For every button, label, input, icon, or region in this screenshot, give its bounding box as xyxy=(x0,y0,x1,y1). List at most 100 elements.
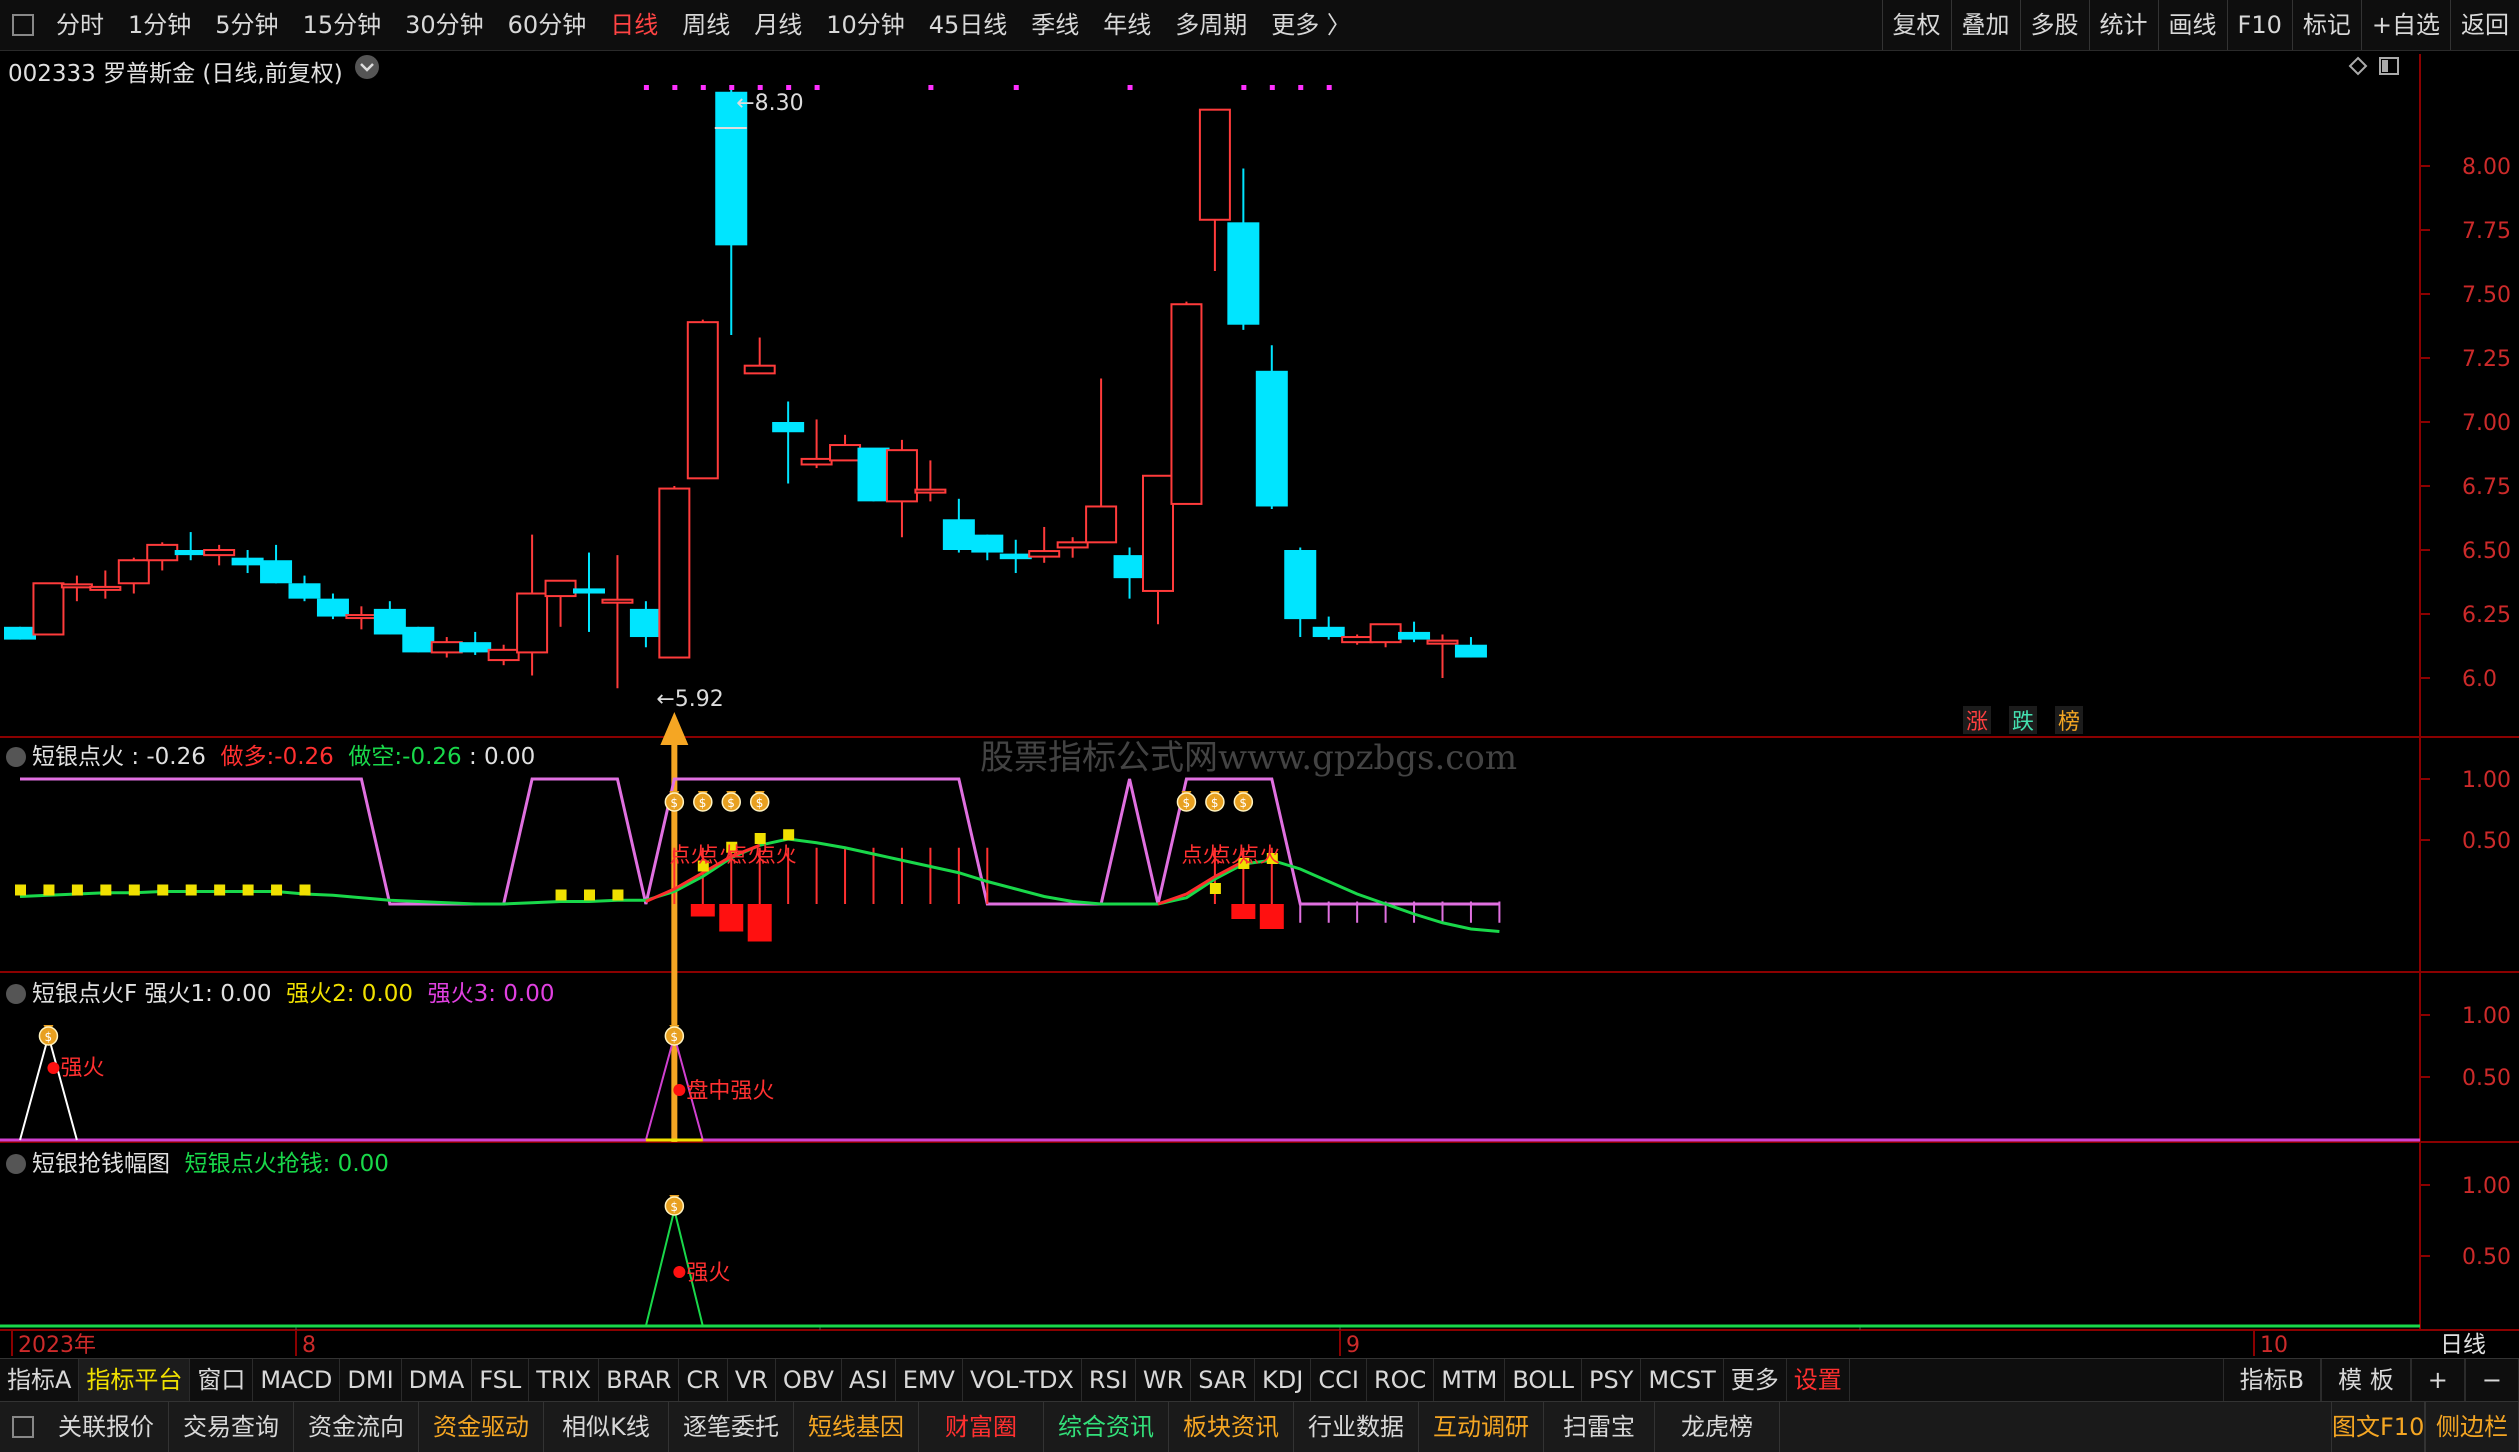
indicator-right-1[interactable]: 模 板 xyxy=(2321,1359,2411,1401)
money-bag-icon: $ xyxy=(670,796,678,810)
indicator-tab-13[interactable]: EMV xyxy=(896,1359,963,1401)
indicator-tab-24[interactable]: MCST xyxy=(1641,1359,1724,1401)
indicator-tab-15[interactable]: RSI xyxy=(1082,1359,1136,1401)
ind-block xyxy=(1259,904,1284,929)
price-tick-label: 7.25 xyxy=(2462,347,2511,372)
candle-body xyxy=(573,588,605,594)
indicator-tab-list: 指标A 指标平台 窗口 MACD DMI DMA FSL TRIX BRAR CR VR OBV ASI… xyxy=(0,1359,1850,1401)
indicator-right-buttons: 指标B 模 板 + − xyxy=(2222,1359,2519,1401)
candle-body xyxy=(1113,555,1146,579)
indicator-tab-18[interactable]: KDJ xyxy=(1255,1359,1312,1401)
candle-body xyxy=(231,557,264,566)
indicator-tab-1[interactable]: 指标平台 xyxy=(79,1359,191,1401)
indicator-tab-23[interactable]: PSY xyxy=(1582,1359,1642,1401)
bottom-tab-list: 关联报价 交易查询 资金流向 资金驱动 相似K线 逐笔委托 短线基因 财富圈 综合资讯 板块资讯行… xyxy=(44,1402,1780,1452)
price-tick-label: 6.75 xyxy=(2462,475,2511,500)
indicator-tab-6[interactable]: FSL xyxy=(472,1359,530,1401)
indicator-tab-25[interactable]: 更多 xyxy=(1724,1359,1787,1401)
indicator-tab-4[interactable]: DMI xyxy=(340,1359,402,1401)
signal-dot xyxy=(1127,85,1133,90)
indicator-right-0[interactable]: 指标B xyxy=(2222,1359,2322,1401)
candle-body xyxy=(260,560,293,584)
date-label: 10 xyxy=(2260,1333,2288,1358)
badge-1[interactable]: 跌 xyxy=(2012,710,2034,735)
red-dot xyxy=(673,1084,686,1096)
candle-body xyxy=(345,614,378,620)
yellow-marker xyxy=(555,889,567,901)
strong-fire-label: 强火 xyxy=(60,1056,104,1081)
bottom-tab-11[interactable]: 互动调研 xyxy=(1419,1402,1544,1452)
candle-body xyxy=(885,449,918,503)
indicator-tab-3[interactable]: MACD xyxy=(253,1359,341,1401)
yellow-marker xyxy=(242,884,254,896)
indicator-right-2[interactable]: + xyxy=(2410,1359,2465,1401)
candle-body xyxy=(1341,636,1374,644)
yellow-marker xyxy=(100,884,112,896)
indicator-tab-12[interactable]: ASI xyxy=(842,1359,896,1401)
high-marker: ←8.30 xyxy=(736,91,803,116)
candle-body xyxy=(1198,108,1231,221)
candle-body xyxy=(4,626,36,640)
money-bag-icon: $ xyxy=(727,796,735,810)
ind-tick-label: 1.00 xyxy=(2462,1174,2511,1199)
indicator-tab-9[interactable]: CR xyxy=(679,1359,728,1401)
money-bag-icon: $ xyxy=(44,1030,52,1044)
bottom-tab-2[interactable]: 资金流向 xyxy=(294,1402,419,1452)
candle-body xyxy=(686,321,719,480)
bottom-tab-3[interactable]: 资金驱动 xyxy=(419,1402,544,1452)
indicator-tab-11[interactable]: OBV xyxy=(776,1359,842,1401)
indicator-tab-26[interactable]: 设置 xyxy=(1787,1359,1850,1401)
indicator-tab-2[interactable]: 窗口 xyxy=(190,1359,254,1401)
bottom-right-1[interactable]: 侧边栏 xyxy=(2425,1402,2519,1452)
candle-body xyxy=(430,641,463,654)
yellow-marker xyxy=(157,884,169,896)
indicator-tab-16[interactable]: WR xyxy=(1136,1359,1192,1401)
money-bag-icon: $ xyxy=(756,796,764,810)
indicator-tab-5[interactable]: DMA xyxy=(402,1359,473,1401)
bottom-tab-8[interactable]: 综合资讯 xyxy=(1044,1402,1169,1452)
bottom-tab-4[interactable]: 相似K线 xyxy=(544,1402,669,1452)
bottom-tab-6[interactable]: 短线基因 xyxy=(794,1402,919,1452)
badge-0[interactable]: 涨 xyxy=(1966,710,1988,735)
bottom-right-buttons: 图文F10 侧边栏 xyxy=(2331,1402,2519,1452)
bottom-tab-0[interactable]: 关联报价 xyxy=(44,1402,169,1452)
indicator-tab-17[interactable]: SAR xyxy=(1191,1359,1256,1401)
bottom-tab-7[interactable]: 财富圈 xyxy=(919,1402,1044,1452)
candle-body xyxy=(117,559,150,585)
indicator-tab-20[interactable]: ROC xyxy=(1367,1359,1435,1401)
low-marker: ←5.92 xyxy=(656,687,723,712)
bottom-tab-10[interactable]: 行业数据 xyxy=(1294,1402,1419,1452)
badge-2[interactable]: 榜 xyxy=(2058,710,2080,735)
candle-body xyxy=(1398,631,1431,640)
signal-dot xyxy=(1013,85,1019,90)
indicator-tab-10[interactable]: VR xyxy=(728,1359,776,1401)
indicator-tab-22[interactable]: BOLL xyxy=(1505,1359,1583,1401)
indicator-tab-0[interactable]: 指标A xyxy=(0,1359,80,1401)
indicator-tab-14[interactable]: VOL-TDX xyxy=(963,1359,1082,1401)
ind-tick-label: 0.50 xyxy=(2462,829,2511,854)
bottom-tab-1[interactable]: 交易查询 xyxy=(169,1402,294,1452)
ind-tick-label: 0.50 xyxy=(2462,1245,2511,1270)
money-bag-icon: $ xyxy=(670,1200,678,1214)
kline-chart[interactable]: 8.00 7.75 7.50 7.25 7.00 6.75 6.50 6.25 6.0 1.00 0… xyxy=(0,0,2519,1358)
candle-body xyxy=(203,549,236,557)
yellow-marker xyxy=(783,829,795,841)
long-line xyxy=(1157,860,1245,906)
bottom-tab-12[interactable]: 扫雷宝 xyxy=(1544,1402,1655,1452)
indicator-tab-8[interactable]: BRAR xyxy=(599,1359,680,1401)
indicator-tab-21[interactable]: MTM xyxy=(1434,1359,1506,1401)
bottom-right-0[interactable]: 图文F10 xyxy=(2331,1402,2425,1452)
candle-body xyxy=(60,583,93,589)
signal-dot xyxy=(1269,85,1275,90)
ind-block xyxy=(747,904,772,942)
bottom-tab-5[interactable]: 逐笔委托 xyxy=(669,1402,794,1452)
red-dot xyxy=(47,1062,60,1074)
bottom-menu-icon[interactable] xyxy=(12,1416,34,1438)
intraday-fire-label: 盘中强火 xyxy=(686,1079,774,1104)
bottom-tab-13[interactable]: 龙虎榜 xyxy=(1655,1402,1780,1452)
indicator-tab-19[interactable]: CCI xyxy=(1311,1359,1367,1401)
indicator-tab-7[interactable]: TRIX xyxy=(529,1359,600,1401)
ind-block xyxy=(719,904,744,932)
bottom-tab-9[interactable]: 板块资讯 xyxy=(1169,1402,1294,1452)
indicator-right-3[interactable]: − xyxy=(2464,1359,2519,1401)
